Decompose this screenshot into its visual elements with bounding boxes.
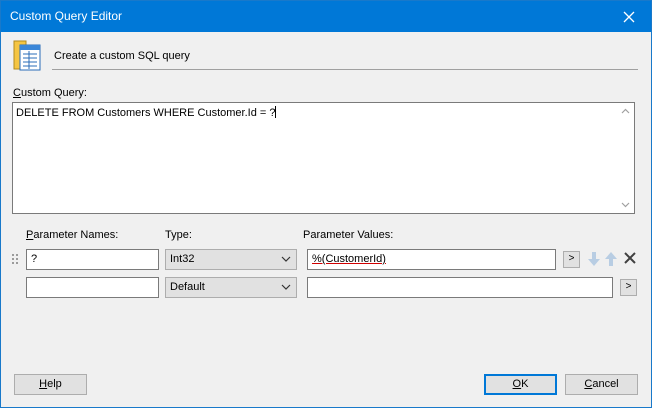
close-icon xyxy=(623,11,635,22)
header-text: Create a custom SQL query xyxy=(54,50,190,62)
scroll-down-arrow-icon[interactable] xyxy=(621,200,630,209)
close-button[interactable] xyxy=(607,1,651,32)
ok-button-label: K xyxy=(521,378,529,390)
custom-query-textarea[interactable]: DELETE FROM Customers WHERE Customer.Id … xyxy=(12,102,635,214)
parameter-value-text-1: %(CustomerId) xyxy=(312,253,386,265)
parameter-value-input-1[interactable]: %(CustomerId) xyxy=(307,249,556,270)
scroll-up-arrow-icon[interactable] xyxy=(621,107,630,116)
custom-query-label-text: ustom Query: xyxy=(20,87,87,99)
parameter-names-header-text: arameter Names: xyxy=(33,229,119,241)
help-button-label: elp xyxy=(47,378,62,390)
help-button[interactable]: Help xyxy=(14,374,87,395)
drag-grip-icon[interactable] xyxy=(11,253,19,265)
query-scrollbar[interactable] xyxy=(617,103,634,213)
window-title: Custom Query Editor xyxy=(10,9,123,23)
browse-value-button-2[interactable]: > xyxy=(620,279,637,296)
parameter-type-select-2[interactable]: Default xyxy=(165,277,297,298)
parameter-name-input-1[interactable]: ? xyxy=(26,249,159,270)
browse-value-button-1[interactable]: > xyxy=(563,251,580,268)
title-bar: Custom Query Editor xyxy=(1,1,651,32)
parameter-type-value-1: Int32 xyxy=(170,253,195,265)
database-document-icon xyxy=(13,40,41,71)
parameter-name-input-2[interactable] xyxy=(26,277,159,298)
ok-button[interactable]: OK xyxy=(484,374,557,395)
cancel-button[interactable]: Cancel xyxy=(565,374,638,395)
arrow-up-icon[interactable] xyxy=(604,251,618,267)
chevron-down-icon xyxy=(281,256,291,262)
arrow-down-icon[interactable] xyxy=(587,251,601,267)
type-header: Type: xyxy=(165,229,192,241)
custom-query-text: DELETE FROM Customers WHERE Customer.Id … xyxy=(16,107,276,119)
delete-x-icon[interactable] xyxy=(623,251,637,265)
parameter-type-select-1[interactable]: Int32 xyxy=(165,249,297,270)
parameter-names-header: Parameter Names: xyxy=(26,229,119,241)
chevron-down-icon xyxy=(281,284,291,290)
custom-query-label: Custom Query: xyxy=(13,87,87,99)
parameter-values-header: Parameter Values: xyxy=(303,229,394,241)
cancel-button-label: ancel xyxy=(592,378,619,390)
header-separator xyxy=(52,69,638,70)
parameter-type-value-2: Default xyxy=(170,281,205,293)
parameter-value-input-2[interactable] xyxy=(307,277,613,298)
text-caret xyxy=(275,106,277,118)
